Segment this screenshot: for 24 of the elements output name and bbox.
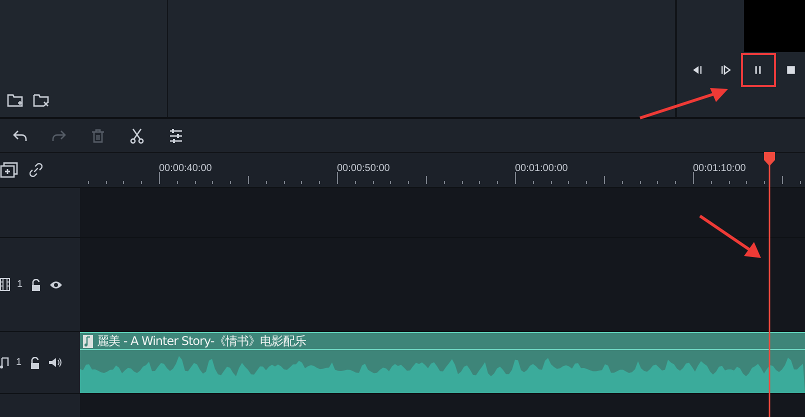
speaker-icon[interactable] xyxy=(48,357,62,368)
eye-icon[interactable] xyxy=(48,280,63,290)
timecode-label: 00:01:00:00 xyxy=(515,163,568,174)
unlocked-icon[interactable] xyxy=(30,278,42,290)
pause-button[interactable] xyxy=(740,53,776,87)
music-note-icon xyxy=(83,334,93,348)
unlocked-icon[interactable] xyxy=(28,356,41,368)
audio-clip[interactable]: 麗美 - A Winter Story-《情书》电影配乐 xyxy=(80,332,805,393)
film-icon xyxy=(0,278,10,291)
link-icon[interactable] xyxy=(28,162,44,178)
video-preview xyxy=(744,0,805,52)
scissors-icon[interactable] xyxy=(128,126,146,144)
timecode-label: 00:00:50:00 xyxy=(337,163,390,174)
timecode-label: 00:00:40:00 xyxy=(159,163,212,174)
music-note-icon xyxy=(0,356,9,369)
next-frame-icon xyxy=(719,63,734,77)
add-track-icon[interactable] xyxy=(0,161,18,179)
track-number: 1 xyxy=(16,357,22,368)
clip-title: 麗美 - A Winter Story-《情书》电影配乐 xyxy=(97,332,306,350)
annotation-arrow xyxy=(698,214,764,260)
sliders-icon[interactable] xyxy=(167,126,185,144)
playhead[interactable] xyxy=(764,152,775,417)
timecode-label: 00:01:10:00 xyxy=(693,163,746,174)
track-number: 1 xyxy=(17,279,23,290)
